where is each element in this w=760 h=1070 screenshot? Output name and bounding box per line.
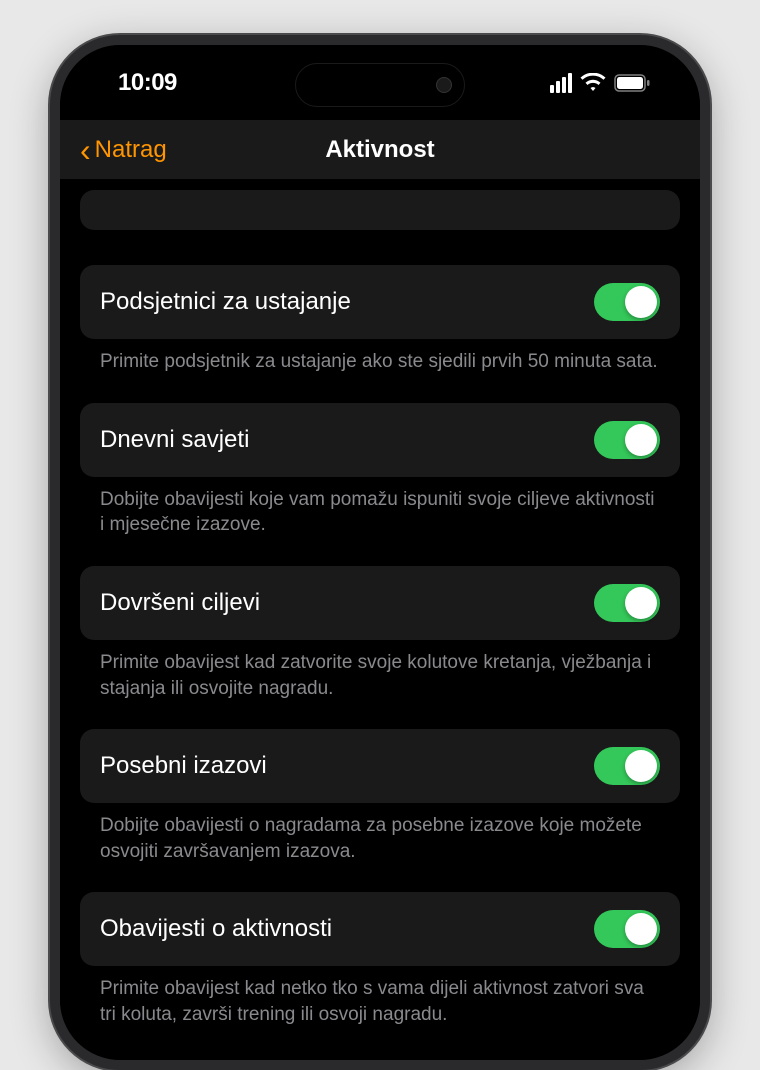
setting-row-activity-sharing: Obavijesti o aktivnosti [80, 892, 680, 966]
status-time: 10:09 [118, 69, 177, 97]
chevron-left-icon: ‹ [80, 134, 91, 166]
setting-desc: Dobijte obavijesti o nagradama za posebn… [80, 803, 680, 892]
setting-desc: Primite obavijest kad zatvorite svoje ko… [80, 640, 680, 729]
status-icons [550, 73, 650, 93]
wifi-icon [580, 73, 606, 93]
toggle-stand-reminders[interactable] [594, 283, 660, 321]
screen: 10:09 [60, 45, 700, 1060]
setting-label: Obavijesti o aktivnosti [100, 915, 332, 943]
battery-icon [614, 74, 650, 92]
setting-row-special-challenges: Posebni izazovi [80, 729, 680, 803]
setting-desc: Primite obavijest kad netko tko s vama d… [80, 966, 680, 1055]
setting-label: Dovršeni ciljevi [100, 589, 260, 617]
cellular-icon [550, 73, 572, 93]
toggle-special-challenges[interactable] [594, 747, 660, 785]
setting-desc: Dobijte obavijesti koje vam pomažu ispun… [80, 477, 680, 566]
setting-row-daily-coaching: Dnevni savjeti [80, 403, 680, 477]
setting-row-stand-reminders: Podsjetnici za ustajanje [80, 265, 680, 339]
setting-label: Podsjetnici za ustajanje [100, 288, 351, 316]
back-button[interactable]: ‹ Natrag [80, 134, 167, 166]
toggle-daily-coaching[interactable] [594, 421, 660, 459]
setting-label: Dnevni savjeti [100, 426, 249, 454]
dynamic-island [295, 63, 465, 107]
phone-frame: 10:09 [50, 35, 710, 1070]
content-spacer [80, 190, 680, 230]
setting-row-goal-completions: Dovršeni ciljevi [80, 566, 680, 640]
back-label: Natrag [95, 136, 167, 164]
content: Podsjetnici za ustajanje Primite podsjet… [60, 180, 700, 1056]
camera-dot [436, 77, 452, 93]
setting-desc: Primite podsjetnik za ustajanje ako ste … [80, 339, 680, 403]
setting-label: Posebni izazovi [100, 752, 267, 780]
toggle-goal-completions[interactable] [594, 584, 660, 622]
toggle-activity-sharing[interactable] [594, 910, 660, 948]
page-title: Aktivnost [325, 136, 434, 164]
nav-bar: ‹ Natrag Aktivnost [60, 120, 700, 180]
